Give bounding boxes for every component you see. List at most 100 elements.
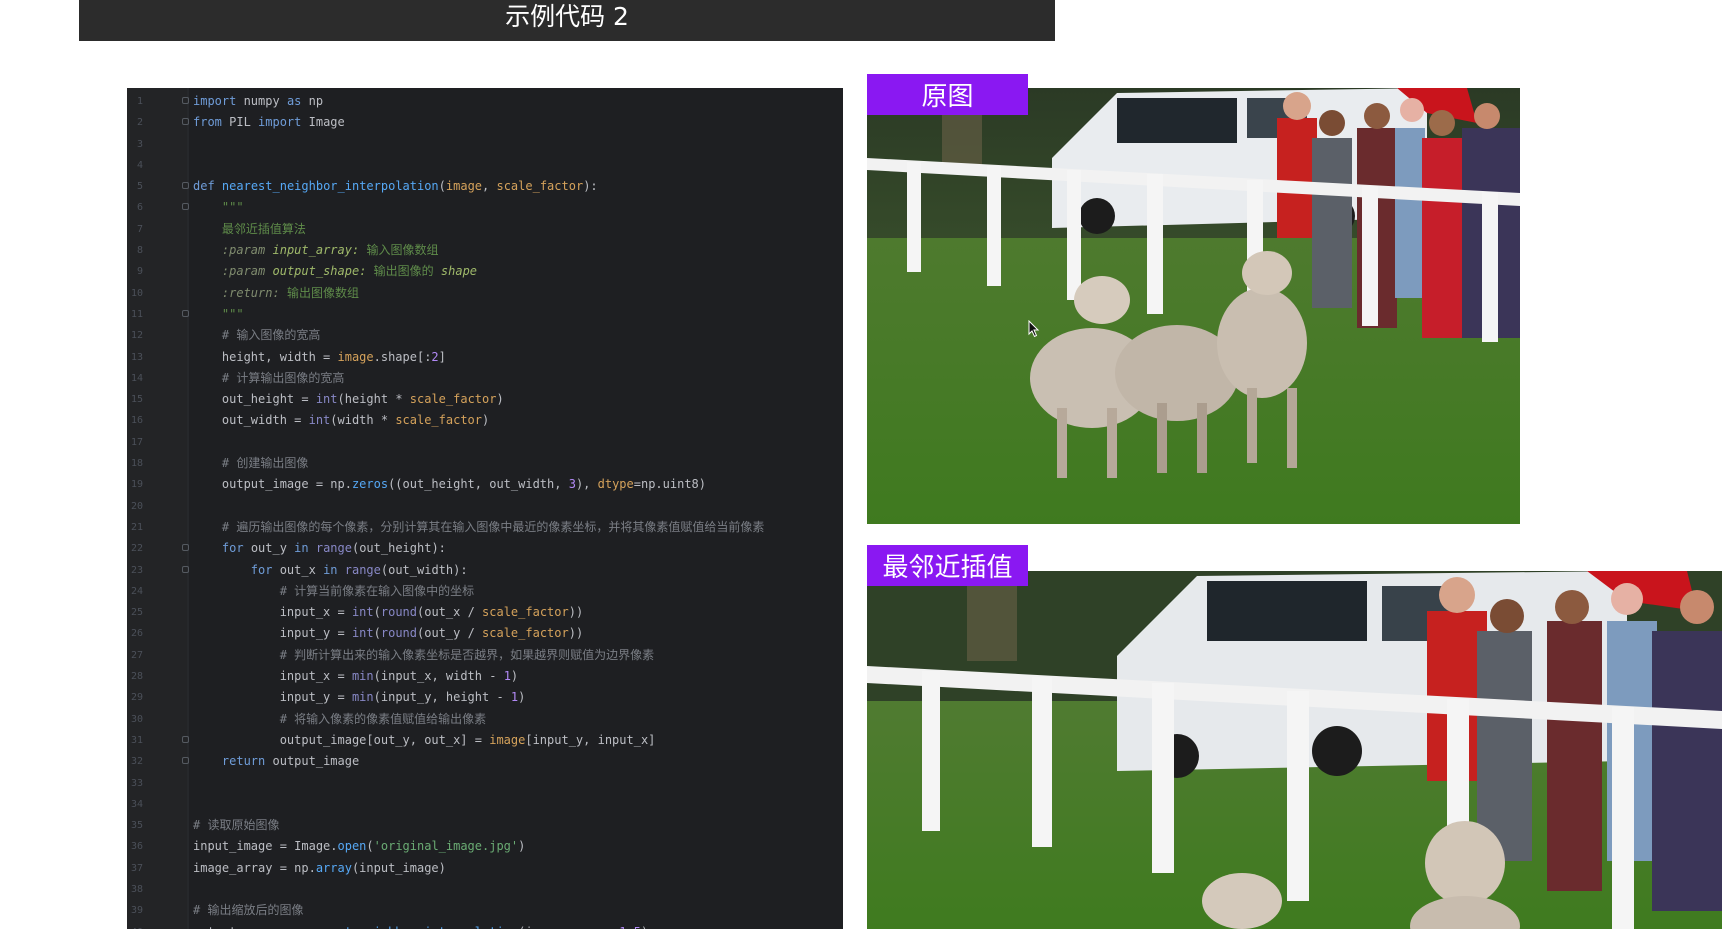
code-text: out_height = int(height * scale_factor)	[193, 392, 504, 407]
code-text: image_array = np.array(input_image)	[193, 860, 446, 875]
code-line: 10 :return: 输出图像数组	[127, 283, 843, 304]
code-line: 16 out_width = int(width * scale_factor)	[127, 410, 843, 431]
line-number: 22	[130, 543, 143, 555]
line-number: 16	[130, 415, 143, 427]
line-number: 24	[130, 585, 143, 597]
original-image-label: 原图	[867, 74, 1028, 115]
line-number: 27	[130, 649, 143, 661]
line-number: 34	[130, 798, 143, 810]
line-number: 33	[130, 777, 143, 789]
code-line: 11 """	[127, 304, 843, 325]
code-text: """	[221, 306, 244, 321]
code-text: :param output_shape: 输出图像的 shape	[221, 264, 478, 279]
code-line: 8 :param input_array: 输入图像数组	[127, 240, 843, 261]
code-text: # 将输入像素的像素值赋值给输出像素	[279, 711, 487, 726]
code-text: input_y = int(round(out_y / scale_factor…	[193, 626, 584, 641]
code-text: # 计算当前像素在输入图像中的坐标	[279, 583, 475, 598]
code-text: 最邻近插值算法	[221, 221, 306, 236]
code-text: def nearest_neighbor_interpolation(image…	[193, 179, 598, 194]
nearest-neighbor-image	[867, 571, 1722, 929]
line-number: 25	[130, 607, 143, 619]
line-number: 6	[136, 202, 143, 214]
code-line: 1 import numpy as np	[127, 91, 843, 112]
line-number: 29	[130, 692, 143, 704]
line-number: 40	[129, 922, 143, 929]
line-number: 7	[136, 223, 143, 235]
fold-marker-icon[interactable]	[182, 544, 189, 552]
code-text: output_image[out_y, out_x] = image[input…	[193, 732, 656, 747]
code-text: out_width = int(width * scale_factor)	[193, 413, 490, 428]
line-number: 20	[130, 500, 143, 512]
code-line: 23 for out_x in range(out_width):	[127, 560, 843, 581]
line-number: 4	[136, 159, 143, 171]
code-line: 39 # 输出缩放后的图像	[127, 900, 843, 921]
line-number: 37	[130, 862, 143, 874]
line-number: 26	[130, 628, 143, 640]
fold-marker-icon[interactable]	[182, 118, 189, 126]
line-number: 3	[136, 138, 143, 150]
fold-marker-icon[interactable]	[182, 97, 189, 104]
code-text: for out_y in range(out_height):	[221, 541, 446, 556]
code-text: # 创建输出图像	[221, 456, 309, 471]
code-line: 35 # 读取原始图像	[127, 815, 843, 836]
code-line: 18 # 创建输出图像	[127, 453, 843, 474]
line-number: 28	[130, 671, 143, 683]
fold-marker-icon[interactable]	[182, 309, 189, 317]
line-number: 1	[136, 96, 143, 107]
code-lines: 1 import numpy as np 2 from PIL import Imag…	[127, 91, 843, 929]
line-number: 30	[130, 713, 143, 725]
fold-marker-icon[interactable]	[182, 203, 189, 211]
code-editor[interactable]: 1 import numpy as np 2 from PIL import Imag…	[127, 88, 843, 929]
code-line: 33	[127, 773, 843, 794]
line-number: 13	[130, 351, 143, 363]
line-number: 2	[136, 117, 143, 129]
code-text: height, width = image.shape[:2]	[193, 349, 446, 364]
code-line: 7 最邻近插值算法	[127, 219, 843, 240]
fold-marker-icon[interactable]	[182, 757, 189, 765]
code-text: :return: 输出图像数组	[221, 285, 359, 300]
line-number: 8	[136, 245, 143, 257]
code-line: 5 def nearest_neighbor_interpolation(imag…	[127, 176, 843, 197]
code-line: 15 out_height = int(height * scale_facto…	[127, 389, 843, 410]
code-text: output_array = nearest_neighbor_interpol…	[193, 922, 648, 929]
code-line: 32 return output_image	[127, 751, 843, 772]
code-line: 28 input_x = min(input_x, width - 1)	[127, 666, 843, 687]
code-line: 4	[127, 155, 843, 176]
code-line: 22 for out_y in range(out_height):	[127, 538, 843, 559]
code-text: from PIL import Image	[193, 115, 345, 130]
line-number: 11	[130, 308, 143, 320]
fold-marker-icon[interactable]	[182, 565, 189, 573]
code-line: 2 from PIL import Image	[127, 112, 843, 133]
code-text: input_x = min(input_x, width - 1)	[193, 669, 519, 684]
code-text: for out_x in range(out_width):	[250, 562, 468, 577]
line-number: 23	[130, 564, 143, 576]
code-text: # 输出缩放后的图像	[193, 903, 304, 918]
fold-marker-icon[interactable]	[182, 182, 189, 190]
code-line: 13 height, width = image.shape[:2]	[127, 347, 843, 368]
line-number: 35	[130, 820, 143, 832]
code-text: return output_image	[221, 754, 360, 769]
line-number: 5	[136, 181, 143, 193]
code-line: 17	[127, 432, 843, 453]
line-number: 38	[130, 883, 143, 895]
code-text: """	[221, 200, 244, 215]
line-number: 10	[130, 287, 143, 299]
code-text: input_y = min(input_y, height - 1)	[193, 690, 526, 705]
code-line: 27 # 判断计算出来的输入像素坐标是否越界，如果越界则赋值为边界像素	[127, 645, 843, 666]
code-text: input_image = Image.open('original_image…	[193, 839, 526, 854]
mouse-cursor-icon	[1028, 320, 1040, 338]
code-text: output_image = np.zeros((out_height, out…	[193, 477, 706, 492]
code-line: 36 input_image = Image.open('original_ima…	[127, 836, 843, 857]
code-line: 29 input_y = min(input_y, height - 1)	[127, 687, 843, 708]
line-number: 17	[130, 436, 143, 448]
fold-marker-icon[interactable]	[182, 735, 189, 743]
line-number: 9	[136, 266, 143, 278]
line-number: 31	[130, 734, 143, 746]
code-line: 25 input_x = int(round(out_x / scale_fac…	[127, 602, 843, 623]
line-number: 15	[130, 394, 143, 406]
line-number: 18	[130, 458, 143, 470]
code-line: 26 input_y = int(round(out_y / scale_fac…	[127, 623, 843, 644]
code-text: # 判断计算出来的输入像素坐标是否越界，如果越界则赋值为边界像素	[279, 647, 655, 662]
code-line: 21 # 遍历输出图像的每个像素，分别计算其在输入图像中最近的像素坐标，并将其像…	[127, 517, 843, 538]
code-line: 14 # 计算输出图像的宽高	[127, 368, 843, 389]
